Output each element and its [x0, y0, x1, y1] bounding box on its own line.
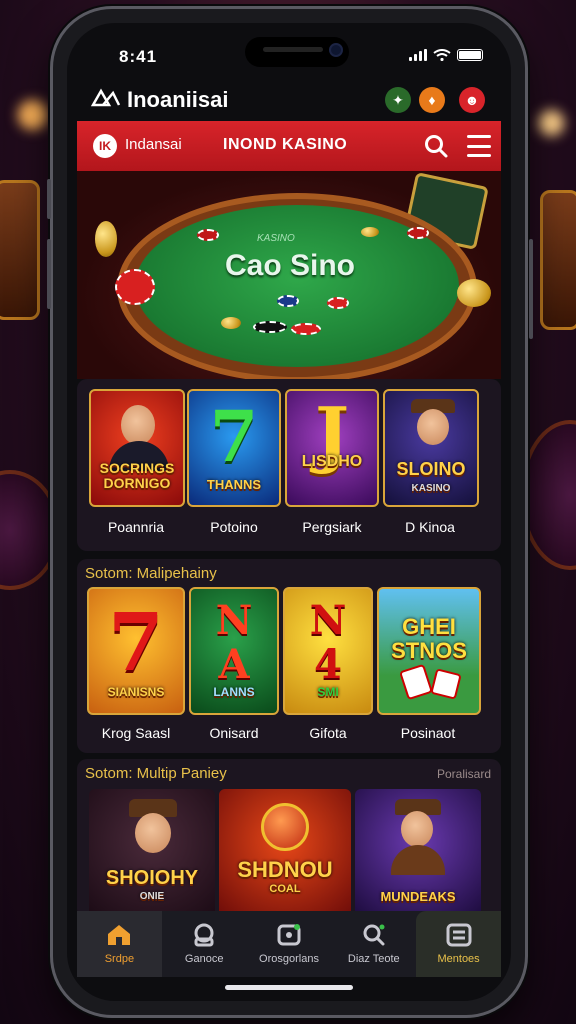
app-title: Inoaniisai: [127, 87, 229, 112]
navbar-title: INOND KASINO: [223, 136, 348, 153]
notification-icon[interactable]: ♦: [419, 87, 445, 113]
menu-icon: [446, 923, 472, 947]
game-label[interactable]: Poannria: [89, 519, 183, 535]
navbar-brand[interactable]: Indansai: [125, 136, 182, 153]
bottom-navigation: Srdpe Ganoce Orosgorlans Diaz Teote Ment…: [77, 911, 501, 977]
game-label[interactable]: D Kinoa: [383, 519, 477, 535]
gift-icon[interactable]: ✦: [385, 87, 411, 113]
slots-section: Sotom: Malipehainy 7 SIANISNS N A LANNS …: [77, 559, 501, 753]
home-indicator[interactable]: [225, 985, 353, 990]
hero-banner[interactable]: KASINO Cao Sino: [77, 171, 501, 379]
gold-coin: [457, 279, 491, 307]
game-label[interactable]: Posinaot: [381, 725, 475, 741]
game-banner-tile[interactable]: SHOIOHY ONIE: [89, 789, 215, 919]
casino-icon: [194, 923, 214, 947]
hamburger-menu-icon[interactable]: [467, 135, 491, 157]
nav-casino[interactable]: Ganoce: [162, 911, 247, 977]
game-label[interactable]: Potoino: [187, 519, 281, 535]
table-subtext: KASINO: [257, 233, 295, 244]
search-icon[interactable]: [423, 133, 449, 159]
gold-coin: [95, 221, 117, 257]
see-all-link[interactable]: Poralisard: [437, 767, 491, 781]
battery-icon: [457, 49, 483, 61]
poker-chip: [407, 227, 429, 239]
slot-tile[interactable]: 7 SIANISNS: [87, 587, 185, 715]
section-title: Sotom: Malipehainy: [85, 565, 217, 582]
poker-chip: [291, 323, 321, 335]
poker-chip: [277, 295, 299, 307]
nav-home[interactable]: Srdpe: [77, 911, 162, 977]
phone-screen: 8:41 Inoaniisai ✦ ♦ ☻ IK Indansai INOND …: [67, 23, 511, 1001]
gold-coin: [361, 227, 379, 237]
search-icon: [363, 924, 385, 946]
app-logo-icon: [91, 88, 121, 107]
top-navbar: IK Indansai INOND KASINO: [77, 121, 501, 171]
poker-chip: [115, 269, 155, 305]
table-logo-text: Cao Sino: [225, 249, 356, 282]
game-label[interactable]: Krog Saasl: [89, 725, 183, 741]
game-label[interactable]: Gifota: [281, 725, 375, 741]
brand-logo-icon[interactable]: IK: [93, 134, 117, 158]
nav-label: Srdpe: [104, 953, 135, 965]
featured-games-section: SOCRINGS DORNIGO 7 THANNS J LISDHO SLOIN…: [77, 379, 501, 551]
poker-chip: [197, 229, 219, 241]
gold-coin: [221, 317, 241, 329]
game-tile[interactable]: 7 THANNS: [187, 389, 281, 507]
nav-label: Orosgorlans: [259, 953, 319, 965]
game-banner-tile[interactable]: SHDNOU COAL: [219, 789, 351, 919]
home-icon: [108, 925, 131, 945]
game-tile[interactable]: SLOINO KASINO: [383, 389, 479, 507]
nav-menu[interactable]: Mentoes: [416, 911, 501, 977]
poker-chip: [327, 297, 349, 309]
multiplayer-section: Sotom: Multip Paniey Poralisard SHOIOHY …: [77, 759, 501, 919]
nav-search[interactable]: Diaz Teote: [331, 911, 416, 977]
speaker-grille: [263, 47, 323, 52]
slot-tile[interactable]: N 4 SMI: [283, 587, 373, 715]
phone-frame: 8:41 Inoaniisai ✦ ♦ ☻ IK Indansai INOND …: [47, 6, 533, 1018]
status-time: 8:41: [119, 47, 158, 66]
app-header: Inoaniisai ✦ ♦ ☻: [67, 79, 511, 119]
slot-tile[interactable]: N A LANNS: [189, 587, 279, 715]
poker-chip: [253, 321, 287, 333]
front-camera: [329, 43, 343, 57]
slot-tile[interactable]: GHEI STNOS: [377, 587, 481, 715]
game-banner-tile[interactable]: MUNDEAKS: [355, 789, 481, 919]
section-title: Sotom: Multip Paniey: [85, 765, 227, 782]
nav-label: Mentoes: [437, 953, 480, 965]
signal-icon: [409, 49, 427, 61]
wifi-icon: [433, 49, 451, 61]
status-icons: [409, 49, 483, 61]
status-bar: 8:41: [67, 23, 511, 75]
games-icon: [277, 924, 301, 946]
profile-icon[interactable]: ☻: [459, 87, 485, 113]
nav-label: Ganoce: [184, 953, 224, 965]
game-tile[interactable]: SOCRINGS DORNIGO: [89, 389, 185, 507]
nav-label: Diaz Teote: [347, 953, 400, 965]
nav-games[interactable]: Orosgorlans: [247, 911, 332, 977]
game-label[interactable]: Pergsiark: [285, 519, 379, 535]
game-tile[interactable]: J LISDHO: [285, 389, 379, 507]
game-label[interactable]: Onisard: [187, 725, 281, 741]
